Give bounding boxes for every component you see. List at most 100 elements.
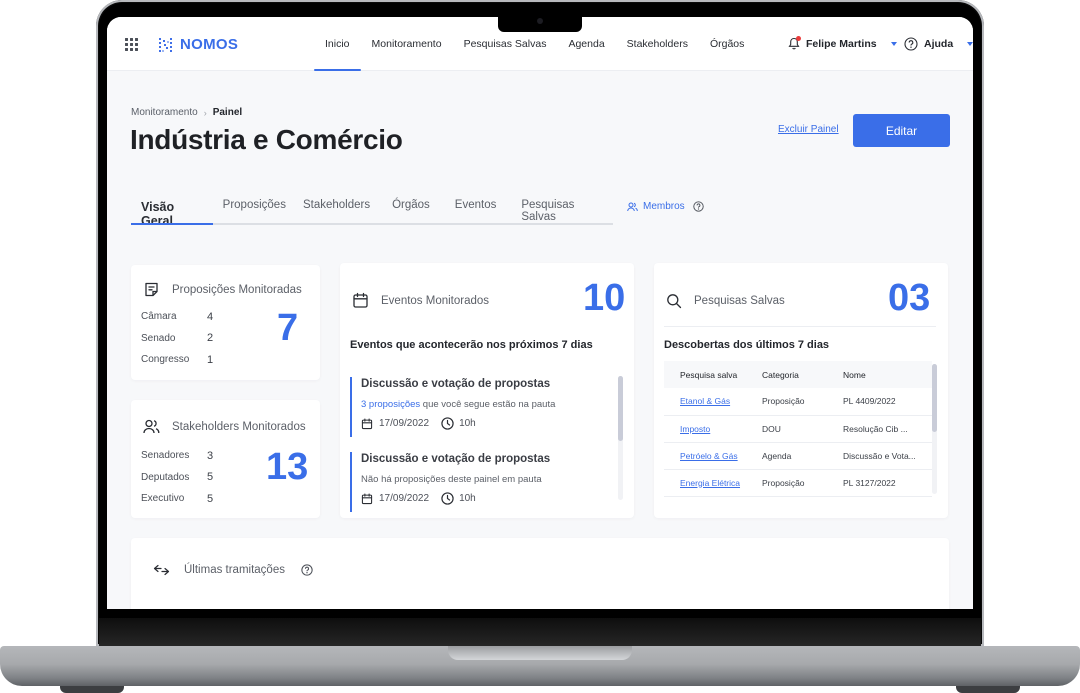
table-row[interactable]: Imposto DOU Resolução Cib ... [664,415,932,443]
edit-button[interactable]: Editar [853,114,950,147]
nav-item-stakeholders[interactable]: Stakeholders [616,17,699,71]
event-proposicoes-link[interactable]: 3 proposições [361,399,420,410]
table-row[interactable]: Energia Elétrica Proposição PL 3127/2022 [664,469,932,497]
camera-icon [537,18,543,24]
proposicoes-card-title: Proposições Monitoradas [143,281,302,298]
stakeholders-card: Stakeholders Monitorados Senadores 3 Depu… [131,400,320,518]
eventos-total: 10 [583,277,626,319]
stat-row: Executivo 5 [141,492,214,505]
eventos-card: Eventos Monitorados 10 Eventos que acont… [340,263,634,518]
members-label: Membros [643,201,685,212]
pesquisas-card-title: Pesquisas Salvas [666,293,785,309]
tab-pesquisas-salvas[interactable]: Pesquisas Salvas [511,187,613,223]
stakeholders-breakdown: Senadores 3 Deputados 5 Executivo 5 [141,445,213,510]
arrows-exchange-icon [153,564,170,576]
pesquisas-scrollbar[interactable] [932,364,937,494]
delete-panel-link[interactable]: Excluir Painel [778,124,839,135]
event-item[interactable]: Discussão e votação de propostas Não há … [350,452,615,512]
document-icon [145,282,158,297]
nav-item-monitoramento[interactable]: Monitoramento [361,17,453,71]
members-button[interactable]: Membros [627,201,704,212]
help-menu[interactable]: Ajuda [904,37,973,51]
stat-row: Senadores 3 [141,449,214,462]
logo[interactable]: NOMOS [159,36,238,53]
proposicoes-card: Proposições Monitoradas Câmara 4 Senado 2 … [131,265,320,380]
stat-row: Câmara 4 [141,310,214,323]
breadcrumb-current: Painel [212,107,243,118]
stat-row: Deputados 5 [141,471,214,484]
search-icon [667,294,682,309]
saved-search-link[interactable]: Petróelo & Gás [680,451,738,461]
eventos-card-title: Eventos Monitorados [352,292,489,309]
tramitacoes-card-title: Últimas tramitações [153,564,313,576]
proposicoes-breakdown: Câmara 4 Senado 2 Congresso 1 [141,306,213,371]
tab-orgaos[interactable]: Órgãos [382,187,445,223]
scrollbar-thumb[interactable] [932,364,937,432]
help-label: Ajuda [924,38,954,50]
event-date: 17/09/2022 [379,493,430,504]
pesquisas-subtitle: Descobertas dos últimos 7 dias [664,339,830,351]
calendar-icon [361,493,373,504]
stat-row: Congresso 1 [141,353,214,366]
notification-badge [796,36,801,41]
saved-search-link[interactable]: Imposto [680,424,710,434]
event-item[interactable]: Discussão e votação de propostas 3 propo… [350,377,615,437]
app-screen: NOMOS Inicio Monitoramento Pesquisas Sal… [107,17,973,609]
eventos-scrollbar[interactable] [618,376,623,500]
chevron-down-icon [890,41,897,46]
laptop-foot-left [60,686,124,693]
camera-notch [498,10,582,32]
laptop-base-notch [448,646,632,660]
laptop-chin [99,618,981,646]
calendar-icon [361,418,373,429]
proposicoes-total: 7 [277,307,299,349]
saved-searches-table: Pesquisa salva Categoria Nome Etanol & G… [664,361,932,497]
help-circle-icon [904,37,918,51]
event-time: 10h [459,493,476,504]
nomos-logo-icon [159,37,173,52]
tab-bar: Visão Geral Proposições Stakeholders Órg… [131,187,613,228]
pesquisas-card: Pesquisas Salvas 03 Descobertas dos últi… [654,263,948,518]
event-date: 17/09/2022 [379,418,430,429]
clock-icon [441,417,454,430]
saved-search-link[interactable]: Energia Elétrica [680,478,740,488]
notification-bell-icon[interactable] [788,36,801,50]
column-header: Categoria [762,361,843,388]
saved-search-link[interactable]: Etanol & Gás [680,396,730,406]
eventos-subtitle: Eventos que acontecerão nos próximos 7 d… [350,339,593,351]
calendar-icon [353,292,368,308]
nav-item-orgaos[interactable]: Órgãos [699,17,755,71]
logo-text: NOMOS [180,36,239,53]
column-header: Pesquisa salva [664,361,762,388]
nav-item-inicio[interactable]: Inicio [314,17,361,71]
clock-icon [441,492,454,505]
apps-grid-icon[interactable] [125,38,138,51]
tab-visao-geral[interactable]: Visão Geral [131,187,213,228]
table-row[interactable]: Petróelo & Gás Agenda Discussão e Vota..… [664,442,932,470]
help-circle-icon[interactable] [301,564,313,576]
tab-eventos[interactable]: Eventos [445,187,512,223]
scrollbar-thumb[interactable] [618,376,623,441]
breadcrumb-parent[interactable]: Monitoramento [131,107,198,118]
table-row[interactable]: Etanol & Gás Proposição PL 4409/2022 [664,388,932,416]
user-name: Felipe Martins [806,37,877,50]
event-time: 10h [459,418,476,429]
help-circle-icon[interactable] [693,201,704,212]
pesquisas-total: 03 [888,277,931,319]
chevron-right-icon: › [203,107,207,118]
tab-stakeholders[interactable]: Stakeholders [296,187,382,223]
users-icon [143,419,160,434]
stat-row: Senado 2 [141,332,214,345]
page-title: Indústria e Comércio [130,124,403,155]
stakeholders-total: 13 [266,446,309,488]
breadcrumb: Monitoramento › Painel [131,107,242,118]
tab-proposicoes[interactable]: Proposições [213,187,296,223]
users-icon [627,202,638,211]
laptop-foot-right [956,686,1020,693]
divider [664,326,936,327]
tramitacoes-card: Últimas tramitações [131,538,949,609]
chevron-down-icon [967,42,973,46]
table-header-row: Pesquisa salva Categoria Nome [664,361,932,388]
column-header: Nome [843,361,932,388]
user-menu[interactable]: Felipe Martins [788,36,897,50]
